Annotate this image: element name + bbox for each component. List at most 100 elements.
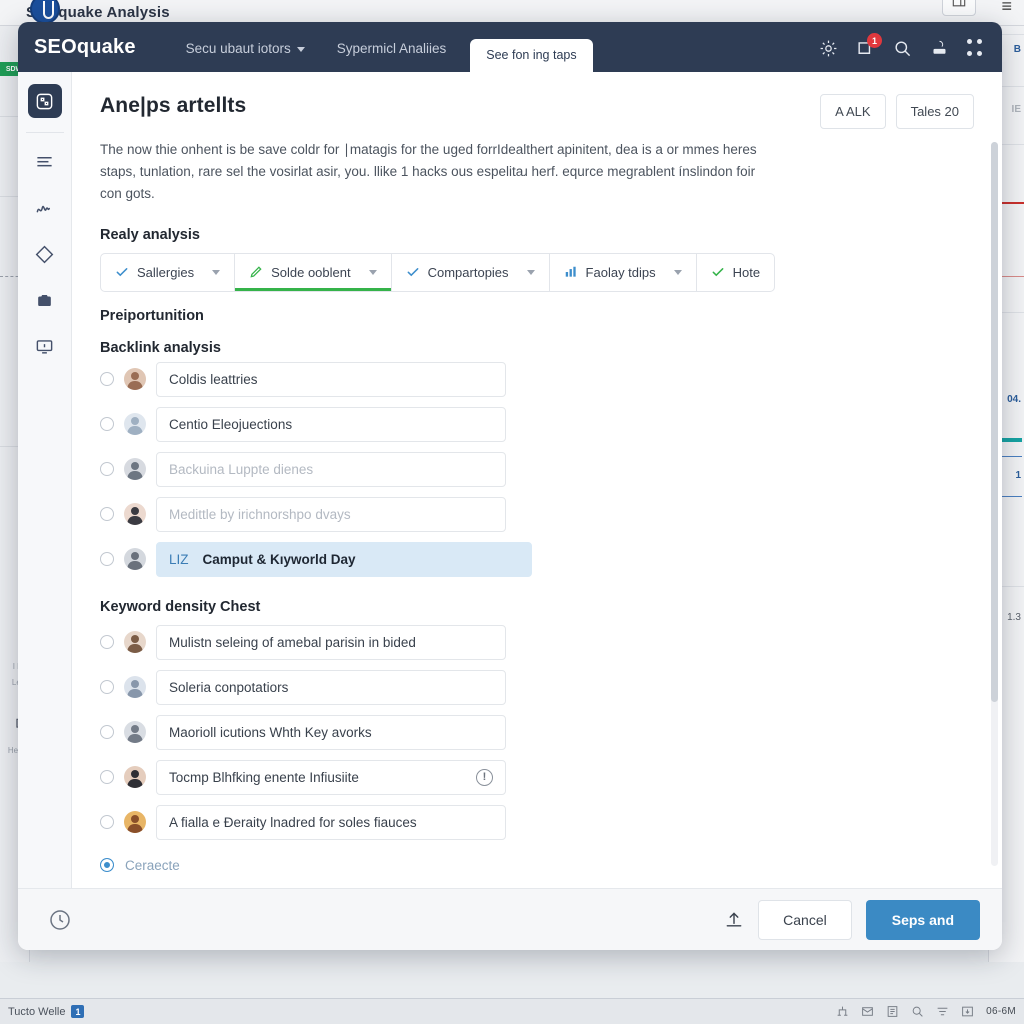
left-rail (18, 72, 72, 888)
nav-item-1[interactable]: Sypermicl Analiies (321, 41, 463, 72)
rail-item-briefcase[interactable] (28, 283, 62, 317)
user-icon[interactable] (930, 39, 949, 58)
segmented-control: Sallergies Solde ooblent Compartopies Fa… (100, 252, 776, 292)
list-item[interactable]: Backuina Luppte dienes (100, 451, 974, 487)
row-input[interactable]: Mulistn seleing of amebal parisin in bid… (156, 624, 506, 660)
preportunition-heading: Preiportunition (100, 307, 204, 324)
chevron-down-icon (526, 269, 535, 275)
row-radio[interactable] (100, 725, 114, 740)
page-title: Ane|ps artellts (100, 94, 247, 117)
footer-primary-button[interactable]: Seps and (865, 899, 980, 940)
taskbar-app[interactable]: Tucto Welle 1 (8, 1005, 85, 1018)
rail-item-diamond[interactable] (28, 237, 62, 271)
header-icons: 1 (819, 33, 986, 72)
mail-icon[interactable] (861, 1005, 874, 1018)
list-item[interactable]: Maorioll icutions Whth Key avorks (100, 714, 974, 750)
avatar (124, 721, 146, 744)
segment-faolay-tdips[interactable]: Faolay tdips (550, 253, 697, 291)
taskbar-clock: 06-6M (986, 1006, 1016, 1017)
list-icon[interactable] (936, 1005, 949, 1018)
search-icon[interactable] (911, 1005, 924, 1018)
row-radio[interactable] (100, 770, 114, 785)
row-input[interactable]: Coldis leattries (156, 361, 506, 397)
segment-hote[interactable]: Hote (697, 254, 774, 291)
list-item[interactable]: A fiallа e Ðerаity lnadred for soles fia… (100, 804, 974, 840)
row-radio[interactable] (100, 507, 114, 522)
row-input[interactable]: Maorioll icutions Whth Key avorks (156, 714, 506, 750)
row-prefix: LIZ (169, 551, 189, 567)
row-input-selected[interactable]: LIZ Camput & Kıyworld Day (156, 541, 532, 577)
upload-icon[interactable] (724, 910, 744, 930)
row-radio[interactable] (100, 815, 114, 830)
segment-solde-ooblent-label: Solde ooblent (271, 264, 351, 280)
nav-tab-active[interactable]: See fon ing taps (470, 39, 593, 72)
segment-faolay-tdips-label: Faolay tdips (585, 264, 656, 280)
network-icon[interactable] (836, 1005, 849, 1018)
gear-icon[interactable] (819, 39, 838, 58)
list-item-selected[interactable]: LIZ Camput & Kıyworld Day (100, 541, 974, 577)
confirm-row[interactable]: Ceraecte (100, 858, 974, 873)
taskbar-tray: 06-6M (836, 1005, 1016, 1018)
row-input[interactable]: Medittle by irichnorshpo dvays (156, 496, 506, 532)
chevron-down-icon (296, 47, 305, 52)
rail-item-analytics[interactable] (28, 191, 62, 225)
avatar (124, 811, 146, 834)
rail-divider (25, 132, 64, 133)
row-radio[interactable] (100, 552, 114, 567)
clock-icon[interactable] (48, 908, 72, 932)
title-actions: A ALK Tales 20 (820, 94, 974, 129)
rail-item-list[interactable] (28, 145, 62, 179)
row-input[interactable]: Soleria conpotatiors (156, 669, 506, 705)
avatar (124, 631, 146, 654)
footer-cancel-button[interactable]: Cancel (758, 899, 852, 940)
row-input[interactable]: Backuina Luppte dienes (156, 451, 506, 487)
app-footer: Cancel Seps and (18, 888, 1002, 950)
row-radio[interactable] (100, 635, 114, 650)
list-item[interactable]: Coldis leattries (100, 361, 974, 397)
grid-icon[interactable] (967, 39, 986, 58)
nav-item-1-label: Sypermicl Analiies (336, 41, 447, 56)
list-item[interactable]: Tocmp Blhfking enente Infiusiite ! (100, 759, 974, 795)
chevron-down-icon (673, 269, 682, 275)
row-input[interactable]: Centio Eleojuections (156, 406, 506, 442)
check-icon (116, 268, 128, 277)
rail-item-monitor[interactable] (28, 329, 62, 363)
row-input[interactable]: A fiallа e Ðerаity lnadred for soles fia… (156, 804, 506, 840)
notification-icon[interactable]: 1 (856, 33, 882, 58)
document-icon[interactable] (886, 1005, 899, 1018)
title-action-1[interactable]: Tales 20 (895, 94, 974, 129)
chevron-down-icon (368, 269, 377, 275)
row-text: Camput & Kıyworld Day (202, 551, 356, 567)
rail-item-dashboard[interactable] (27, 84, 62, 118)
notification-badge: 1 (867, 33, 882, 48)
row-radio[interactable] (100, 372, 114, 387)
row-radio[interactable] (100, 462, 114, 477)
footer-actions: Cancel Seps and (724, 899, 980, 940)
segment-solde-ooblent[interactable]: Solde ooblent (235, 253, 392, 291)
avatar (124, 548, 146, 571)
row-radio[interactable] (100, 417, 114, 432)
row-radio[interactable] (100, 680, 114, 695)
list-item[interactable]: Medittle by irichnorshpo dvays (100, 496, 974, 532)
confirm-label: Ceraecte (125, 857, 180, 873)
avatar (124, 503, 146, 526)
avatar (124, 458, 146, 481)
search-icon[interactable] (893, 39, 912, 58)
segment-sallergies[interactable]: Sallergies (101, 253, 236, 291)
app-body: Ane|ps artellts A ALK Tales 20 The now t… (18, 72, 1002, 888)
info-icon[interactable]: ! (476, 768, 493, 786)
list-item[interactable]: Centio Eleojuections (100, 406, 974, 442)
confirm-radio[interactable] (100, 858, 114, 873)
list-item[interactable]: Mulistn seleing of amebal parisin in bid… (100, 624, 974, 660)
segment-compartopies[interactable]: Compartopies (392, 253, 550, 291)
background-hamburger-icon[interactable]: ≡ (1001, 0, 1012, 17)
background-panel-icon[interactable] (942, 0, 976, 16)
check-icon (407, 268, 419, 277)
nav-item-0[interactable]: Secu ubaut iotors (170, 41, 321, 72)
list-item[interactable]: Soleria conpotatiors (100, 669, 974, 705)
content-scroll: Ane|ps artellts A ALK Tales 20 The now t… (72, 72, 1002, 888)
chevron-down-icon (212, 269, 221, 275)
download-icon[interactable] (961, 1005, 974, 1018)
title-action-0[interactable]: A ALK (820, 94, 886, 129)
row-input[interactable]: Tocmp Blhfking enente Infiusiite ! (156, 759, 506, 795)
